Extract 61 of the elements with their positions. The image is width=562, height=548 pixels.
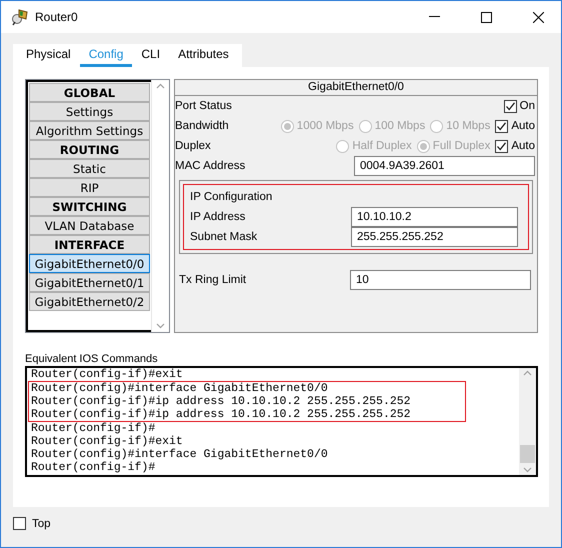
section-header[interactable]: INTERFACE: [29, 235, 150, 254]
checkbox[interactable]: [13, 517, 26, 530]
field-label: Subnet Mask: [190, 231, 258, 243]
scroll-up-icon[interactable]: [523, 370, 532, 376]
ip-address-field[interactable]: 10.10.10.2: [351, 207, 518, 227]
command-line: Router(config)#interface GigabitEthernet0/0: [31, 448, 329, 461]
checkbox-label: Auto: [511, 140, 535, 152]
command-line: Router(config-if)#ip address 10.10.10.2 255.255.255.252: [31, 395, 412, 408]
radio-label: Full Duplex: [432, 140, 490, 152]
minimize-icon: [428, 16, 440, 18]
section-header[interactable]: SWITCHING: [29, 197, 150, 216]
field-label: Duplex: [175, 140, 211, 152]
menu-item[interactable]: VLAN Database: [29, 216, 150, 235]
scroll-down-icon[interactable]: [523, 467, 532, 473]
scroll-thumb[interactable]: [520, 445, 535, 463]
radio-label: 100 Mbps: [374, 120, 426, 132]
tab[interactable]: Physical: [17, 44, 80, 67]
field-label: Tx Ring Limit: [179, 274, 246, 286]
tab[interactable]: CLI: [132, 44, 170, 67]
radio-label: Half Duplex: [352, 140, 412, 152]
field-label: MAC Address: [175, 160, 246, 172]
section-header[interactable]: ROUTING: [29, 140, 150, 159]
command-line: Router(config-if)#exit: [31, 435, 184, 448]
subnet-mask-field[interactable]: 255.255.255.252: [351, 227, 518, 247]
panel-title: GigabitEthernet0/0: [175, 80, 537, 96]
close-icon: [532, 12, 544, 22]
mac-address-field[interactable]: 0004.9A39.2601: [354, 156, 535, 176]
menu-item[interactable]: RIP: [29, 178, 150, 197]
command-line: Router(config)#interface GigabitEthernet0/0: [31, 382, 329, 395]
menu-item[interactable]: Algorithm Settings: [29, 121, 150, 140]
scroll-down-icon[interactable]: [156, 323, 165, 329]
radio-label: 1000 Mbps: [296, 120, 354, 132]
checkbox-label: On: [520, 100, 535, 112]
section-label: Equivalent IOS Commands: [25, 353, 159, 366]
scroll-up-icon[interactable]: [156, 83, 165, 89]
menu-item[interactable]: GigabitEthernet0/1: [29, 273, 150, 292]
command-line: Router(config-if)#: [31, 422, 156, 435]
menu-item[interactable]: GigabitEthernet0/2: [29, 292, 150, 311]
menu-item[interactable]: Settings: [29, 102, 150, 121]
section-header[interactable]: GLOBAL: [29, 83, 150, 102]
tab[interactable]: Attributes: [169, 44, 238, 67]
checkbox-label: Top: [32, 518, 51, 530]
tx-ring-limit-field[interactable]: 10: [350, 270, 531, 290]
maximize-icon: [480, 12, 492, 22]
checkbox-label: Auto: [511, 120, 535, 132]
checkbox[interactable]: [495, 140, 508, 152]
command-line: Router(config-if)#exit: [31, 368, 184, 381]
router-icon: [11, 8, 29, 26]
field-label: Bandwidth: [175, 120, 229, 132]
field-label: Port Status: [175, 100, 232, 112]
command-line: Router(config-if)#ip address 10.10.10.2 255.255.255.252: [31, 408, 412, 421]
menu-item[interactable]: Static: [29, 159, 150, 178]
window-title: Router0: [35, 10, 79, 24]
field-label: IP Address: [190, 211, 246, 223]
checkbox[interactable]: [504, 100, 517, 112]
menu-item[interactable]: GigabitEthernet0/0: [29, 254, 150, 273]
command-line: Router(config-if)#: [31, 461, 156, 474]
checkbox[interactable]: [495, 120, 508, 132]
group-title: IP Configuration: [190, 191, 272, 203]
scrollbar[interactable]: [519, 368, 536, 475]
radio-label: 10 Mbps: [446, 120, 490, 132]
